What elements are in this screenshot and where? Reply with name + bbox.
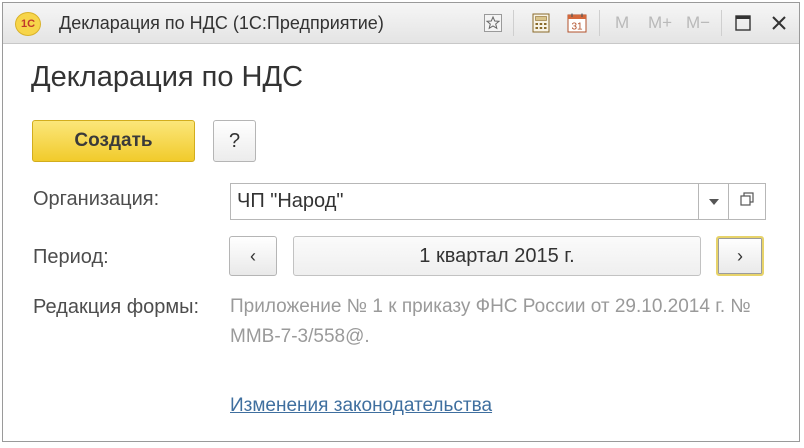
memory-m-button[interactable]: M [615,13,629,33]
page-title: Декларация по НДС [31,61,304,93]
favorite-star-icon[interactable] [481,11,505,35]
app-logo-icon[interactable]: 1С [15,12,41,36]
form-window: 1С Декларация по НДС (1С:Предприятие) 31… [2,2,800,442]
chevron-down-icon [708,196,719,208]
toolbar-separator [599,10,600,36]
maximize-icon[interactable] [731,11,755,35]
period-prev-button[interactable]: ‹ [229,236,277,276]
edition-value: Приложение № 1 к приказу ФНС России от 2… [230,296,751,347]
title-bar: 1С Декларация по НДС (1С:Предприятие) 31… [3,3,799,44]
memory-subtract-button[interactable]: M− [686,13,710,33]
legislation-changes-link[interactable]: Изменения законодательства [230,395,492,417]
close-icon[interactable] [767,11,791,35]
edition-label: Редакция формы: [33,296,200,318]
period-next-button[interactable]: › [716,236,764,276]
window-title: Декларация по НДС (1С:Предприятие) [59,13,384,33]
memory-add-button[interactable]: M+ [648,13,672,33]
period-value[interactable]: 1 квартал 2015 г. [293,236,701,276]
help-button[interactable]: ? [213,120,256,162]
organization-label: Организация: [33,188,160,210]
period-label: Период: [33,246,109,268]
toolbar-separator [721,10,722,36]
organization-input[interactable]: ЧП "Народ" [230,183,699,220]
calendar-day-text: 31 [571,22,583,33]
organization-dropdown-button[interactable] [699,183,729,220]
open-window-icon [740,192,754,211]
calendar-icon[interactable]: 31 [565,11,589,35]
create-button[interactable]: Создать [32,120,195,162]
toolbar-separator [513,10,514,36]
organization-open-button[interactable] [729,183,766,220]
calculator-icon[interactable] [529,11,553,35]
